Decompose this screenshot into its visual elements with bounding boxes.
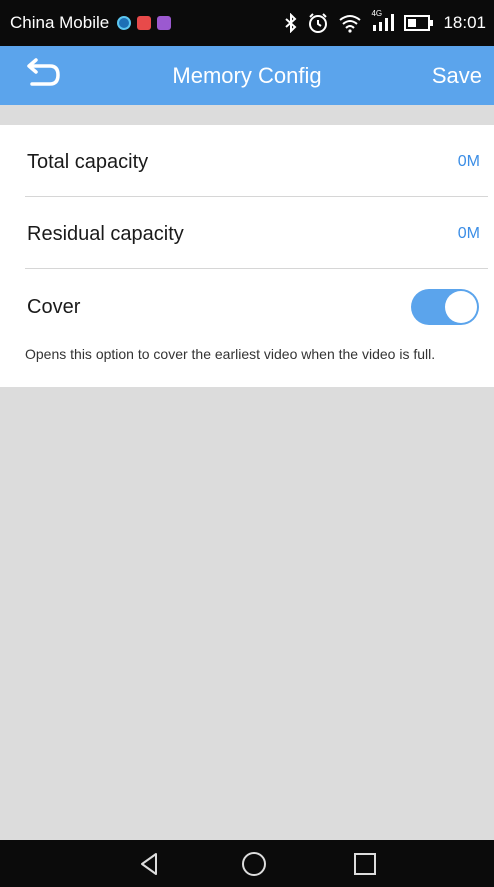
page-title: Memory Config — [172, 63, 322, 88]
system-nav-bar — [0, 840, 494, 887]
bluetooth-icon — [284, 13, 298, 33]
carrier-name: China Mobile — [10, 13, 110, 32]
nav-recents-icon — [354, 853, 376, 875]
settings-panel: Total capacity 0M Residual capacity 0M C… — [0, 125, 494, 387]
nav-back-button[interactable] — [130, 848, 170, 880]
nav-back-icon — [141, 853, 157, 875]
status-bar: China Mobile 4G 18:01 — [0, 0, 494, 46]
back-arrow-icon — [27, 58, 60, 86]
cover-hint: Opens this option to cover the earliest … — [25, 346, 436, 362]
residual-capacity-row: Residual capacity 0M — [25, 197, 488, 269]
clock: 18:01 — [443, 13, 486, 32]
signal-icon: 4G — [371, 9, 395, 33]
save-button[interactable]: Save — [432, 63, 482, 89]
toggle-knob — [445, 291, 477, 323]
nav-home-button[interactable] — [234, 848, 274, 880]
residual-capacity-label: Residual capacity — [27, 223, 184, 245]
total-capacity-row: Total capacity 0M — [25, 125, 488, 197]
total-capacity-value: 0M — [457, 153, 480, 170]
alarm-icon — [307, 12, 329, 34]
app-notification-icon — [157, 16, 172, 30]
nav-home-icon — [242, 852, 266, 876]
app-notification-icon — [117, 16, 132, 30]
battery-icon — [404, 15, 434, 31]
wifi-icon — [338, 13, 362, 33]
network-type-label: 4G — [371, 9, 383, 18]
section-gap — [0, 105, 494, 125]
total-capacity-label: Total capacity — [27, 151, 149, 173]
cover-label: Cover — [27, 296, 81, 318]
cover-toggle[interactable] — [411, 289, 479, 325]
nav-recents-button[interactable] — [345, 848, 385, 880]
app-toolbar: Memory Config Save — [0, 46, 494, 105]
app-notification-icon — [137, 16, 152, 30]
back-button[interactable] — [20, 58, 64, 94]
residual-capacity-value: 0M — [457, 225, 480, 242]
